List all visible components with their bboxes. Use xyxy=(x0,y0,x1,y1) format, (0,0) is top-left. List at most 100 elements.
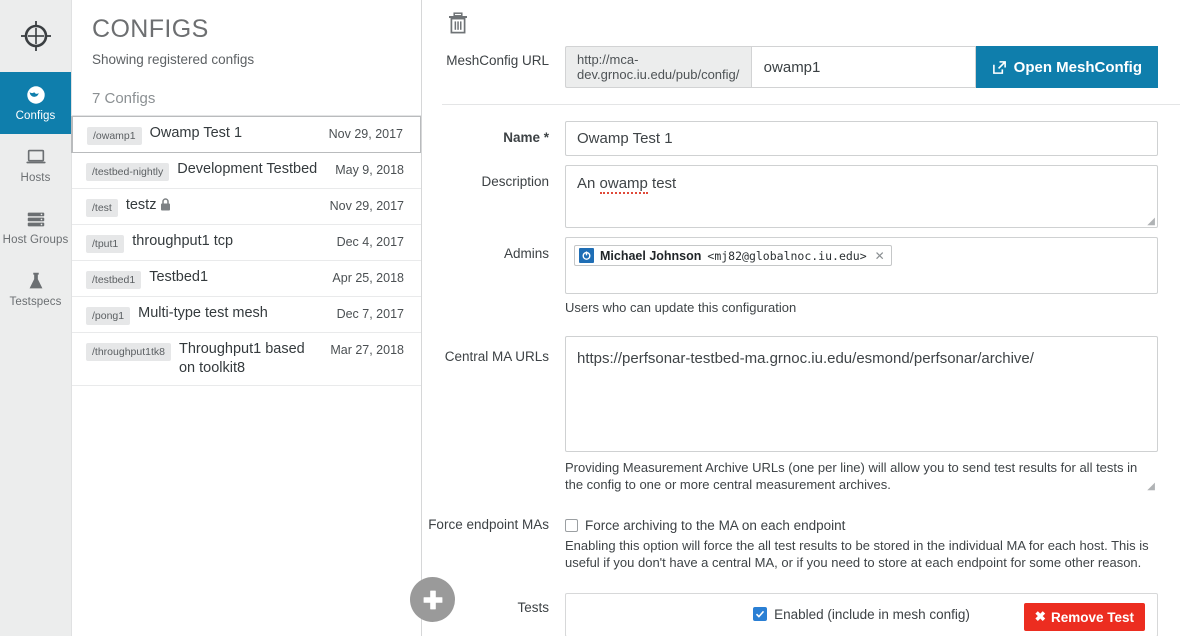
config-date: Dec 4, 2017 xyxy=(336,235,404,249)
description-text-a: An xyxy=(577,175,600,192)
external-link-icon xyxy=(992,60,1006,74)
config-name: Throughput1 based on toolkit8 xyxy=(178,341,305,376)
sidebar-item-host-groups[interactable]: Host Groups xyxy=(0,196,71,258)
power-avatar-icon xyxy=(579,248,594,263)
delete-config-button[interactable] xyxy=(448,12,468,37)
config-date: Apr 25, 2018 xyxy=(332,271,404,285)
label-force-endpoint-mas: Force endpoint MAs xyxy=(428,517,549,532)
test-enabled-row[interactable]: Enabled (include in mesh config) xyxy=(753,607,970,622)
force-endpoint-checkbox[interactable] xyxy=(565,519,578,532)
sidebar-label-host-groups: Host Groups xyxy=(2,234,69,246)
config-name-text: testz xyxy=(125,197,157,213)
textarea-resize-handle[interactable]: ◢ xyxy=(1147,482,1155,492)
form-toolbar xyxy=(422,0,1186,46)
label-central-ma-urls: Central MA URLs xyxy=(444,349,549,364)
config-name: throughput1 tcp xyxy=(132,233,234,249)
test-enabled-label: Enabled (include in mesh config) xyxy=(774,606,970,622)
field-tests: Tests Enabled (include in mesh config) ✖… xyxy=(422,571,1186,636)
central-ma-urls-textarea[interactable]: https://perfsonar-testbed-ma.grnoc.iu.ed… xyxy=(565,336,1158,452)
sidebar-item-configs[interactable]: Configs xyxy=(0,72,71,134)
open-meshconfig-label: Open MeshConfig xyxy=(1013,58,1142,76)
description-textarea[interactable]: An owamp test xyxy=(565,165,1158,228)
configs-panel-header: CONFIGS Showing registered configs xyxy=(72,0,421,68)
close-icon[interactable]: ✕ xyxy=(873,249,885,263)
force-endpoint-checkbox-label: Force archiving to the MA on each endpoi… xyxy=(585,518,846,533)
description-misspelled-word: owamp xyxy=(599,175,648,194)
textarea-resize-handle[interactable]: ◢ xyxy=(1147,217,1155,227)
trash-icon xyxy=(449,12,467,34)
config-date: May 9, 2018 xyxy=(335,163,404,177)
laptop-icon xyxy=(24,146,48,168)
config-name: Testbed1 xyxy=(149,269,209,285)
admin-name: Michael Johnson xyxy=(600,248,702,263)
config-slug: /throughput1tk8 xyxy=(86,343,171,361)
sidebar-label-hosts: Hosts xyxy=(20,172,51,184)
list-item[interactable]: /tput1 throughput1 tcp Dec 4, 2017 xyxy=(72,225,421,261)
open-meshconfig-button[interactable]: Open MeshConfig xyxy=(975,46,1158,88)
label-name: Name * xyxy=(503,130,549,145)
name-input[interactable] xyxy=(565,121,1158,156)
config-date: Dec 7, 2017 xyxy=(336,307,404,321)
page-title: CONFIGS xyxy=(92,15,209,43)
config-name: testz xyxy=(126,196,330,217)
central-ma-help-text: Providing Measurement Archive URLs (one … xyxy=(565,460,1138,492)
config-slug: /testbed-nightly xyxy=(86,163,170,181)
config-name: Owamp Test 1 xyxy=(149,125,243,141)
meshconfig-url-input[interactable] xyxy=(750,46,976,88)
field-force-endpoint-mas: Force endpoint MAs Force archiving to th… xyxy=(422,493,1186,571)
sidebar-label-configs: Configs xyxy=(15,110,56,122)
field-name: Name * xyxy=(422,105,1186,156)
sidebar-item-hosts[interactable]: Hosts xyxy=(0,134,71,196)
field-description: Description An owamp test ◢ xyxy=(422,156,1186,228)
admins-tag-box[interactable]: Michael Johnson <mj82@globalnoc.iu.edu> … xyxy=(565,237,1158,294)
flask-icon xyxy=(24,270,48,292)
add-config-button[interactable] xyxy=(410,577,455,622)
remove-test-label: Remove Test xyxy=(1050,609,1134,625)
page-subtitle: Showing registered configs xyxy=(92,52,255,67)
lock-icon xyxy=(160,198,171,217)
field-central-ma-urls: Central MA URLs https://perfsonar-testbe… xyxy=(422,316,1186,493)
label-meshconfig-url: MeshConfig URL xyxy=(446,53,549,68)
app-root: Configs Hosts Host Groups Testspecs CONF… xyxy=(0,0,1186,636)
configs-panel: CONFIGS Showing registered configs 7 Con… xyxy=(71,0,455,636)
config-detail-form: MeshConfig URL http://mca-dev.grnoc.iu.e… xyxy=(422,0,1186,636)
meshconfig-url-prefix: http://mca-dev.grnoc.iu.edu/pub/config/ xyxy=(565,46,751,88)
config-name: Multi-type test mesh xyxy=(138,305,268,321)
remove-test-button[interactable]: ✖ Remove Test xyxy=(1023,603,1145,631)
list-item[interactable]: /pong1 Multi-type test mesh Dec 7, 2017 xyxy=(72,297,421,333)
label-description: Description xyxy=(481,174,549,189)
field-meshconfig-url: MeshConfig URL http://mca-dev.grnoc.iu.e… xyxy=(422,46,1186,104)
globe-icon xyxy=(24,84,48,106)
config-date: Nov 29, 2017 xyxy=(328,127,403,141)
field-admins: Admins Michael Johnson <mj82@globalnoc.i… xyxy=(422,228,1186,316)
config-date: Mar 27, 2018 xyxy=(330,343,404,357)
list-item[interactable]: /testbed-nightly Development Testbed May… xyxy=(72,153,421,189)
list-item[interactable]: /owamp1 Owamp Test 1 Nov 29, 2017 xyxy=(71,116,421,153)
primary-nav-rail: Configs Hosts Host Groups Testspecs xyxy=(0,0,72,636)
plus-icon xyxy=(423,590,442,609)
crosshair-target-icon xyxy=(20,21,51,51)
config-slug: /tput1 xyxy=(86,235,125,253)
test-card: Enabled (include in mesh config) ✖ Remov… xyxy=(565,593,1158,636)
list-item[interactable]: /testbed1 Testbed1 Apr 25, 2018 xyxy=(72,261,421,297)
description-text-b: test xyxy=(647,175,677,192)
config-slug: /test xyxy=(86,199,118,217)
configs-list: /owamp1 Owamp Test 1 Nov 29, 2017 /testb… xyxy=(71,115,421,386)
meshconfig-url-group: http://mca-dev.grnoc.iu.edu/pub/config/ … xyxy=(565,46,1158,88)
sidebar-label-testspecs: Testspecs xyxy=(9,296,62,308)
config-slug: /owamp1 xyxy=(87,127,142,145)
admin-tag[interactable]: Michael Johnson <mj82@globalnoc.iu.edu> … xyxy=(574,245,892,266)
admins-help-text: Users who can update this configuration xyxy=(565,300,797,315)
force-endpoint-help-text: Enabling this option will force the all … xyxy=(565,538,1149,570)
admin-email: <mj82@globalnoc.iu.edu> xyxy=(707,248,867,263)
force-endpoint-checkbox-row[interactable]: Force archiving to the MA on each endpoi… xyxy=(565,516,1158,533)
config-slug: /pong1 xyxy=(86,307,131,325)
config-name: Development Testbed xyxy=(177,161,318,177)
configs-count: 7 Configs xyxy=(92,90,156,107)
list-item[interactable]: /throughput1tk8 Throughput1 based on too… xyxy=(72,333,421,386)
label-admins: Admins xyxy=(503,246,549,261)
sidebar-item-testspecs[interactable]: Testspecs xyxy=(0,258,71,320)
test-enabled-checkbox[interactable] xyxy=(753,607,768,621)
config-date: Nov 29, 2017 xyxy=(329,199,404,213)
list-item[interactable]: /test testz Nov 29, 2017 xyxy=(72,189,421,225)
